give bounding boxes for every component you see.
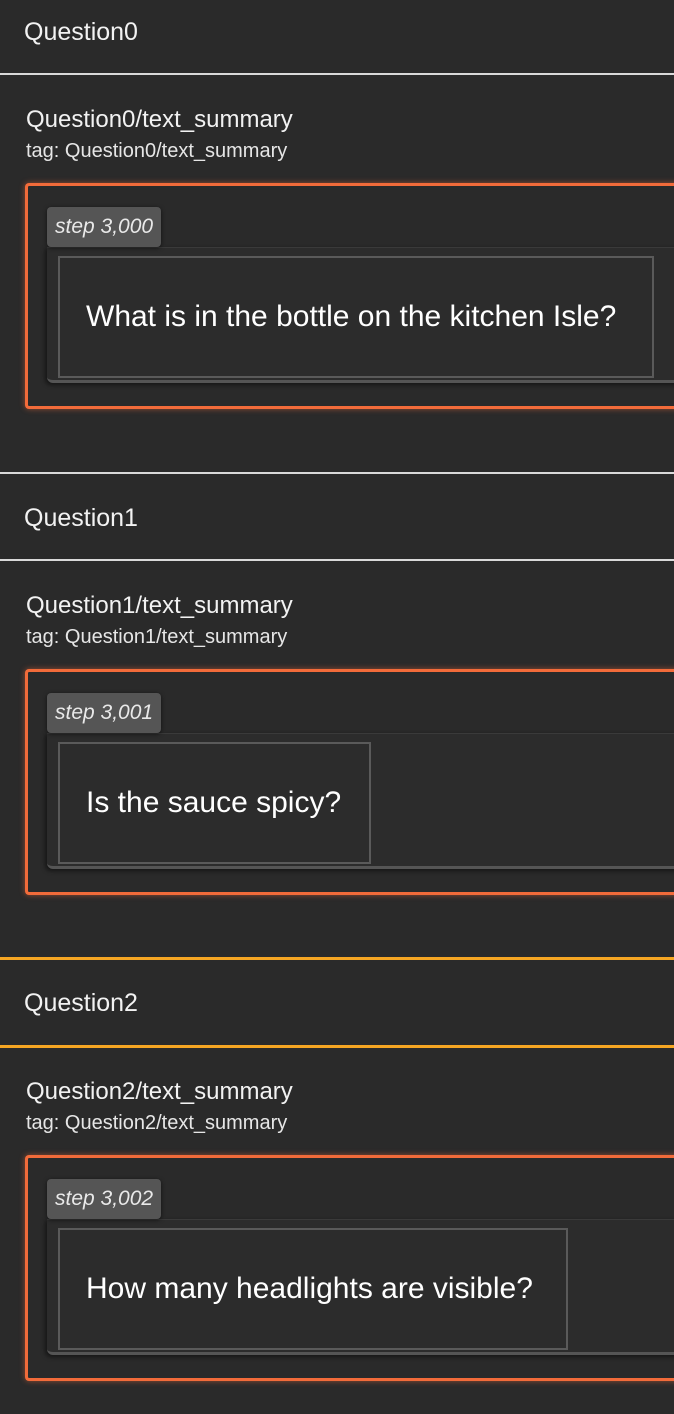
group-header-question0[interactable]: Question0 (0, 0, 674, 64)
group-divider (0, 559, 674, 561)
group-header-label: Question2 (24, 988, 138, 1017)
group-divider (0, 73, 674, 75)
step-chip: step 3,002 (47, 1179, 162, 1219)
text-summary-value: Is the sauce spicy? (58, 742, 371, 864)
group-divider-active (0, 957, 674, 960)
text-summary-value: What is in the bottle on the kitchen Isl… (58, 256, 654, 378)
card-title: Question1/text_summary (26, 592, 293, 619)
step-chip: step 3,000 (47, 207, 162, 247)
card-title: Question0/text_summary (26, 106, 293, 133)
group-header-question2[interactable]: Question2 (0, 971, 674, 1035)
group-header-question1[interactable]: Question1 (0, 486, 674, 550)
text-summary-card: step 3,001 Is the sauce spicy? (25, 669, 674, 895)
card-title: Question2/text_summary (26, 1078, 293, 1105)
step-chip: step 3,001 (47, 693, 162, 733)
card-tag: tag: Question0/text_summary (26, 140, 288, 162)
text-summary-value: How many headlights are visible? (58, 1228, 568, 1350)
group-header-label: Question0 (24, 17, 138, 46)
text-summary-card: step 3,002 How many headlights are visib… (25, 1155, 674, 1381)
card-tag: tag: Question1/text_summary (26, 626, 288, 648)
group-divider (0, 472, 674, 474)
group-header-label: Question1 (24, 503, 138, 532)
card-tag: tag: Question2/text_summary (26, 1112, 288, 1134)
dashboard-page: Question0 Question0/text_summary tag: Qu… (0, 0, 674, 1414)
text-summary-card: step 3,000 What is in the bottle on the … (25, 183, 674, 409)
group-divider-active (0, 1045, 674, 1048)
